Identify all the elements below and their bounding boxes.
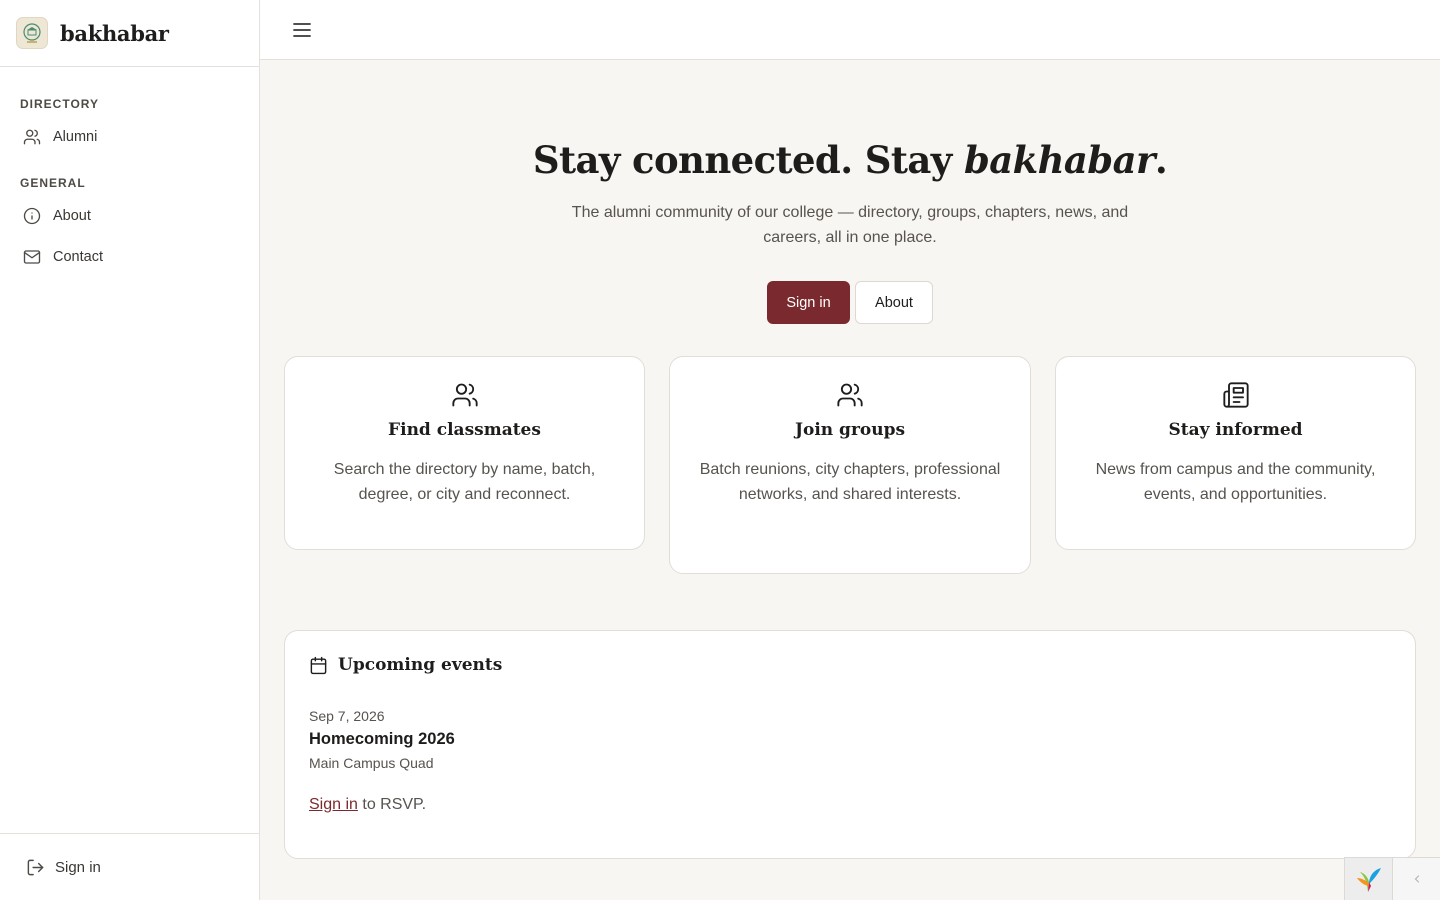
hero-title: Stay connected. Stay bakhabar. [260, 138, 1440, 182]
sign-in-icon [26, 858, 45, 877]
feature-card-stay-informed: Stay informed News from campus and the c… [1055, 356, 1416, 550]
nav-section-general: GENERAL About Contact [0, 176, 259, 275]
hamburger-icon [293, 23, 311, 37]
debug-toolbar [1344, 857, 1440, 900]
feature-card-join-groups: Join groups Batch reunions, city chapter… [669, 356, 1031, 574]
nav-heading-directory: DIRECTORY [20, 97, 100, 111]
sign-in-button[interactable]: Sign in [767, 281, 850, 324]
toolbar-collapse-button[interactable] [1392, 858, 1440, 900]
rsvp-text: to RSVP. [357, 796, 427, 813]
calendar-icon [309, 656, 328, 675]
feature-card-find-classmates: Find classmates Search the directory by … [284, 356, 645, 550]
chevron-left-icon [1414, 875, 1419, 883]
sidebar-item-label: About [53, 208, 91, 224]
sidebar-sign-in-label: Sign in [55, 858, 101, 876]
users-icon [285, 381, 644, 411]
hero-title-text: Stay connected. Stay [532, 138, 964, 182]
rsvp-prompt: Sign in to RSVP. [309, 796, 426, 814]
brand[interactable]: bakhabar [0, 0, 259, 67]
nav-heading-general: GENERAL [20, 176, 86, 190]
feature-title: Stay informed [1168, 420, 1303, 440]
sidebar-sign-in[interactable]: Sign in [0, 833, 259, 900]
college-logo [16, 17, 48, 49]
main-content: Stay connected. Stay bakhabar. The alumn… [260, 60, 1440, 900]
feature-description: Batch reunions, city chapters, professio… [699, 461, 1001, 503]
menu-toggle-button[interactable] [290, 18, 314, 42]
event-location: Main Campus Quad [309, 755, 434, 771]
feature-description: News from campus and the community, even… [1095, 461, 1376, 503]
upcoming-events-panel: Upcoming events Sep 7, 2026 Homecoming 2… [284, 630, 1416, 859]
event-date: Sep 7, 2026 [309, 708, 385, 724]
mail-icon [23, 248, 41, 266]
sidebar-item-contact[interactable]: Contact [20, 239, 239, 275]
top-bar [260, 0, 1440, 60]
events-title: Upcoming events [338, 655, 503, 675]
hero-title-end: . [1154, 138, 1168, 182]
events-header: Upcoming events [309, 655, 502, 675]
app-name: bakhabar [60, 20, 169, 46]
sidebar: bakhabar DIRECTORY Alumni GENERAL About … [0, 0, 260, 900]
rsvp-sign-in-link[interactable]: Sign in [309, 796, 358, 813]
hero-title-emphasis: bakhabar [963, 138, 1156, 182]
feature-title: Join groups [794, 420, 906, 440]
framework-logo-icon[interactable] [1345, 858, 1392, 900]
sidebar-item-label: Alumni [53, 129, 98, 145]
sidebar-item-alumni[interactable]: Alumni [20, 119, 239, 155]
users-icon [670, 381, 1030, 411]
feature-description: Search the directory by name, batch, deg… [333, 461, 596, 503]
newspaper-icon [1056, 381, 1415, 411]
hero-subtitle: The alumni community of our college — di… [571, 204, 1129, 246]
info-icon [23, 207, 41, 225]
nav-section-directory: DIRECTORY Alumni [0, 97, 259, 155]
sidebar-item-label: Contact [53, 249, 103, 265]
users-icon [23, 128, 41, 146]
sidebar-item-about[interactable]: About [20, 198, 239, 234]
event-name: Homecoming 2026 [309, 730, 455, 748]
feature-title: Find classmates [388, 420, 541, 440]
about-button[interactable]: About [855, 281, 933, 324]
